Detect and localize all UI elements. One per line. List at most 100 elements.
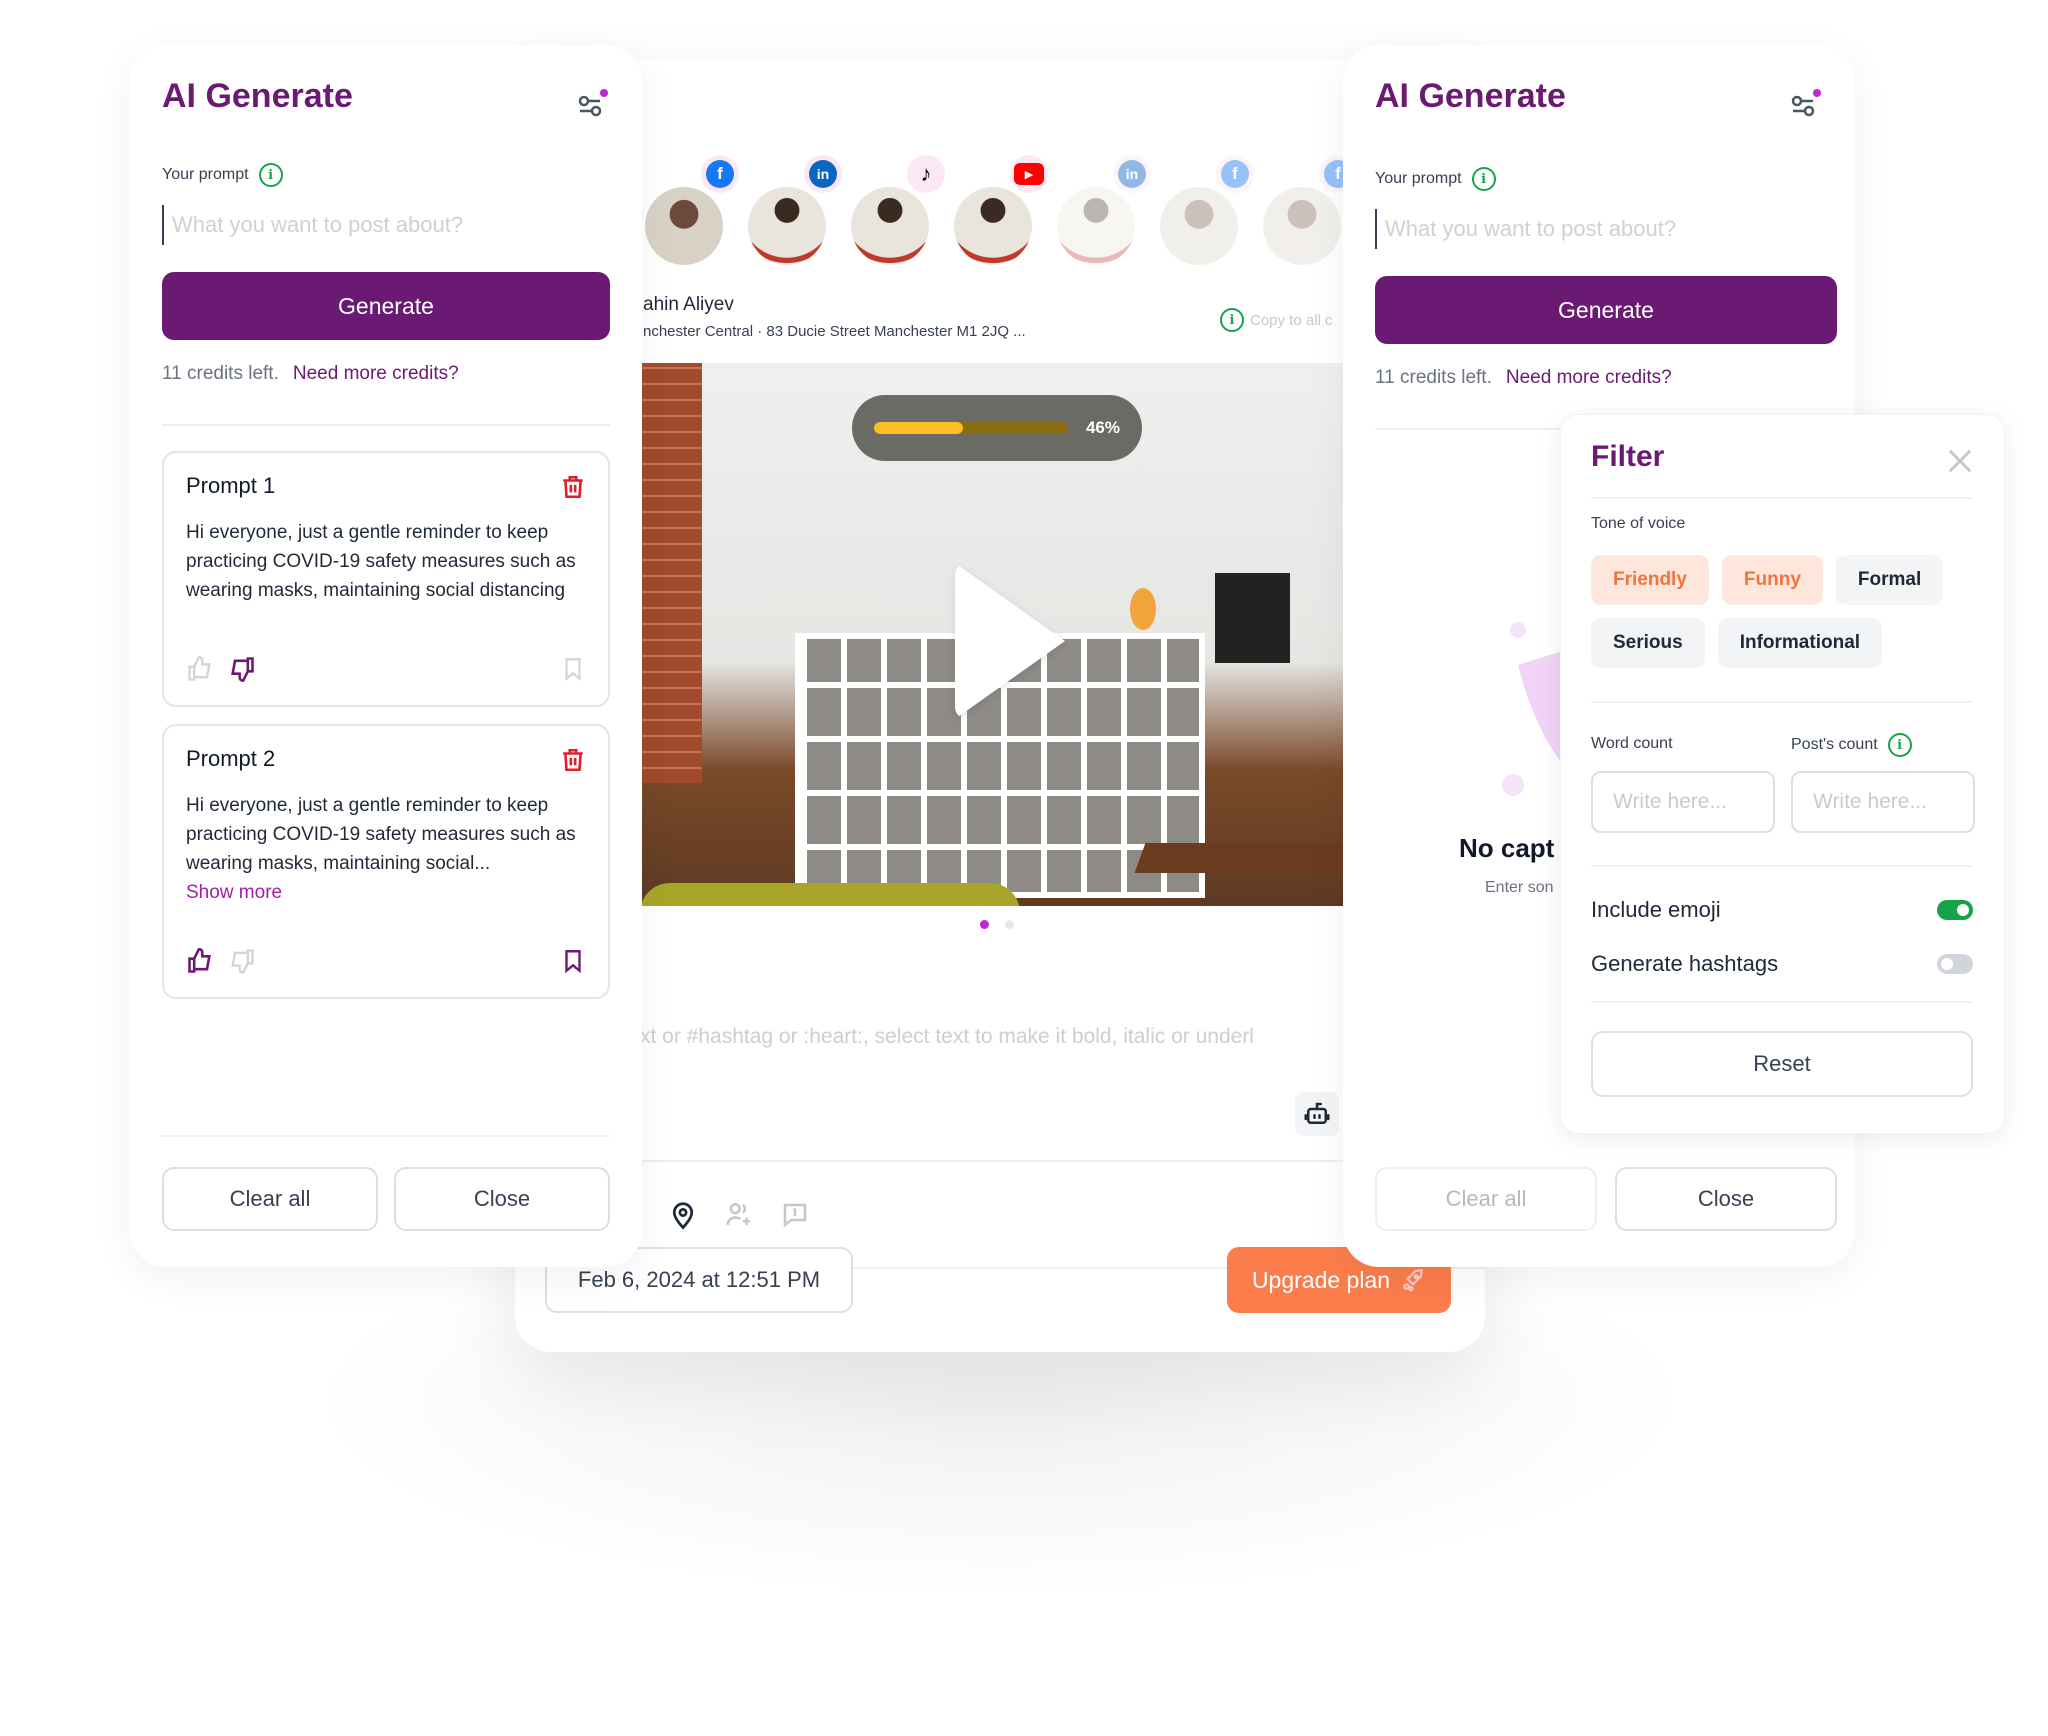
account-selector: f in ♪ ▶ in f f (645, 155, 1366, 265)
media-scene (640, 883, 1020, 906)
youtube-logo: ▶ (1014, 163, 1044, 185)
reset-button[interactable]: Reset (1591, 1031, 1973, 1097)
tag-people-icon[interactable] (724, 1200, 754, 1230)
need-more-credits-link[interactable]: Need more credits? (293, 363, 459, 385)
tone-chip-informational[interactable]: Informational (1717, 618, 1883, 668)
prompt-card: Prompt 1 Hi everyone, just a gentle remi… (162, 451, 610, 707)
prompt-label-text: Your prompt (1375, 170, 1462, 187)
caption-input[interactable]: xt or #hashtag or :heart:, select text t… (640, 1025, 1254, 1049)
linkedin-logo: in (1118, 160, 1146, 188)
location-pin-icon[interactable] (668, 1200, 698, 1230)
tone-chip-friendly[interactable]: Friendly (1591, 555, 1709, 605)
prompt-label: Your prompt i (162, 163, 283, 187)
need-more-credits-link[interactable]: Need more credits? (1506, 367, 1672, 389)
include-emoji-toggle[interactable] (1937, 900, 1973, 920)
thumbs-down-icon[interactable] (228, 655, 256, 683)
posts-count-input[interactable] (1791, 771, 1975, 833)
carousel-dot[interactable] (1005, 920, 1014, 929)
divider (1591, 497, 1973, 499)
avatar (1263, 187, 1341, 265)
account-avatar[interactable]: f (1160, 155, 1263, 265)
generate-button[interactable]: Generate (162, 272, 610, 340)
avatar (1057, 187, 1135, 265)
account-avatar[interactable]: ♪ (851, 155, 954, 265)
thumbs-up-icon[interactable] (186, 655, 214, 683)
post-editor-card: f in ♪ ▶ in f f ahin Aliyev nchester Central ·… (515, 60, 1485, 1352)
trash-icon[interactable] (560, 473, 586, 501)
bookmark-icon[interactable] (560, 947, 586, 975)
close-button[interactable]: Close (1615, 1167, 1837, 1231)
prompt-title: Prompt 2 (186, 746, 276, 771)
media-scene (1215, 573, 1290, 663)
info-icon[interactable]: i (258, 163, 283, 187)
sliders-icon (1791, 89, 1821, 117)
copy-to-all-button[interactable]: i Copy to all c (1220, 308, 1333, 332)
facebook-logo: f (706, 160, 734, 188)
word-count-input[interactable] (1591, 771, 1775, 833)
tone-chip-serious[interactable]: Serious (1591, 618, 1705, 668)
account-avatar[interactable]: in (748, 155, 851, 265)
avatar (748, 187, 826, 265)
robot-icon (1304, 1102, 1330, 1124)
thumbs-down-icon[interactable] (228, 947, 256, 975)
clear-all-button[interactable]: Clear all (162, 1167, 378, 1231)
tone-chip-formal[interactable]: Formal (1835, 555, 1944, 605)
prompt-text: Hi everyone, just a gentle reminder to k… (186, 522, 576, 601)
divider (1591, 701, 1973, 703)
prompt-card: Prompt 2 Hi everyone, just a gentle remi… (162, 724, 610, 999)
show-more-link[interactable]: Show more (186, 878, 586, 907)
facebook-logo: f (1221, 160, 1249, 188)
filter-title: Filter (1591, 440, 1665, 473)
bookmark-icon[interactable] (560, 655, 586, 683)
prompt-text-content: Hi everyone, just a gentle reminder to k… (186, 795, 576, 874)
credits-info: 11 credits left. Need more credits? (162, 363, 459, 385)
prompt-input[interactable] (1375, 209, 1815, 249)
credits-info: 11 credits left. Need more credits? (1375, 367, 1672, 389)
youtube-icon: ▶ (1010, 155, 1048, 193)
divider (1591, 1001, 1973, 1003)
prompt-input[interactable] (162, 205, 602, 245)
first-comment-icon[interactable] (780, 1200, 810, 1230)
copy-to-all-label: Copy to all c (1250, 311, 1333, 329)
generate-button[interactable]: Generate (1375, 276, 1837, 344)
account-avatar[interactable]: ▶ (954, 155, 1057, 265)
prompt-text: Hi everyone, just a gentle reminder to k… (186, 791, 586, 907)
divider (1591, 865, 1973, 867)
play-icon[interactable] (955, 563, 1065, 719)
trash-icon[interactable] (560, 746, 586, 774)
media-scene (1130, 588, 1156, 630)
divider (162, 424, 610, 426)
generate-hashtags-toggle[interactable] (1937, 954, 1973, 974)
carousel-dot[interactable] (980, 920, 989, 929)
account-avatar[interactable]: f (645, 155, 748, 265)
clear-all-button[interactable]: Clear all (1375, 1167, 1597, 1231)
thumbs-up-icon[interactable] (186, 947, 214, 975)
account-avatar[interactable]: in (1057, 155, 1160, 265)
upload-progress: 46% (852, 395, 1142, 461)
panel-title: AI Generate (162, 77, 353, 115)
info-icon[interactable]: i (1887, 733, 1912, 757)
ai-generate-panel-left: AI Generate Your prompt i Generate 11 cr… (130, 45, 642, 1267)
avatar (645, 187, 723, 265)
rocket-icon (1403, 1269, 1423, 1292)
linkedin-icon: in (804, 155, 842, 193)
close-icon[interactable] (1946, 447, 1974, 475)
media-scene (640, 363, 702, 783)
facebook-icon: f (1216, 155, 1254, 193)
upgrade-plan-label: Upgrade plan (1251, 1266, 1391, 1293)
generate-hashtags-row: Generate hashtags (1591, 951, 1973, 977)
author-location: nchester Central · 83 Ducie Street Manch… (643, 323, 1026, 340)
tone-label: Tone of voice (1591, 515, 1686, 532)
filter-popover: Filter Tone of voice Friendly Funny Formal… (1560, 414, 2005, 1134)
ai-assistant-button[interactable] (1295, 1092, 1339, 1136)
info-icon[interactable]: i (1471, 167, 1496, 191)
linkedin-icon: in (1113, 155, 1151, 193)
divider (162, 1135, 610, 1137)
include-emoji-row: Include emoji (1591, 897, 1973, 923)
tone-chip-funny[interactable]: Funny (1721, 555, 1823, 605)
filter-button[interactable] (1785, 85, 1825, 125)
posts-count-label: Post's count i (1791, 733, 1912, 757)
close-button[interactable]: Close (394, 1167, 610, 1231)
sliders-icon (578, 89, 608, 117)
filter-button[interactable] (572, 85, 612, 125)
